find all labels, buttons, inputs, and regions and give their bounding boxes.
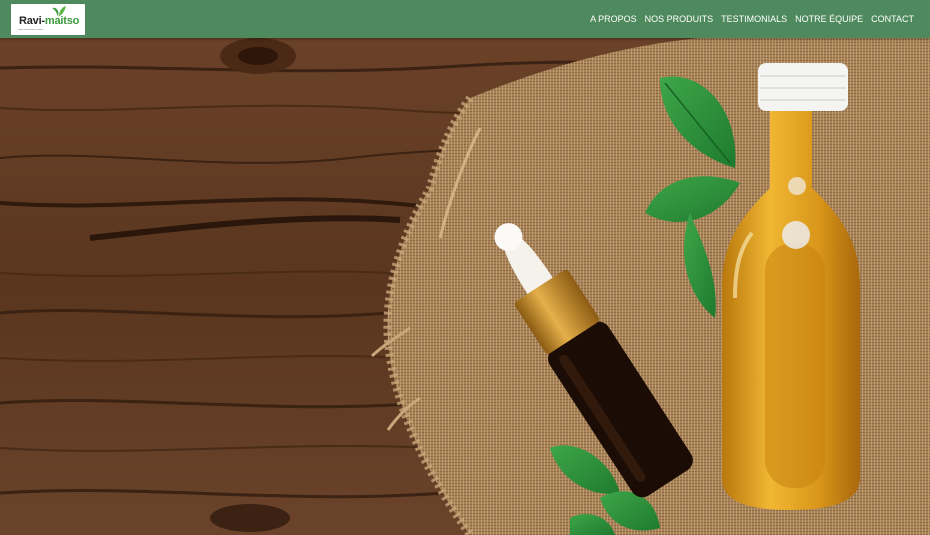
brand-logo[interactable]: Ravi-maitso Huiles Essentielles Premium (11, 4, 85, 35)
nav-link-a-propos[interactable]: A PROPOS (590, 14, 637, 24)
main-nav: A PROPOS NOS PRODUITS TESTIMONIALS NOTRE… (582, 0, 914, 38)
brand-name: Ravi-maitso (19, 15, 80, 27)
nav-link-contact[interactable]: CONTACT (871, 14, 914, 24)
nav-link-nos-produits[interactable]: NOS PRODUITS (645, 14, 714, 24)
hero-image (0, 38, 930, 535)
top-navbar: Ravi-maitso Huiles Essentielles Premium … (0, 0, 930, 38)
nav-link-testimonials[interactable]: TESTIMONIALS (721, 14, 787, 24)
brand-tagline: Huiles Essentielles Premium (18, 29, 44, 31)
hero-banner (0, 38, 930, 535)
nav-link-notre-equipe[interactable]: NOTRE ÉQUIPE (795, 14, 863, 24)
